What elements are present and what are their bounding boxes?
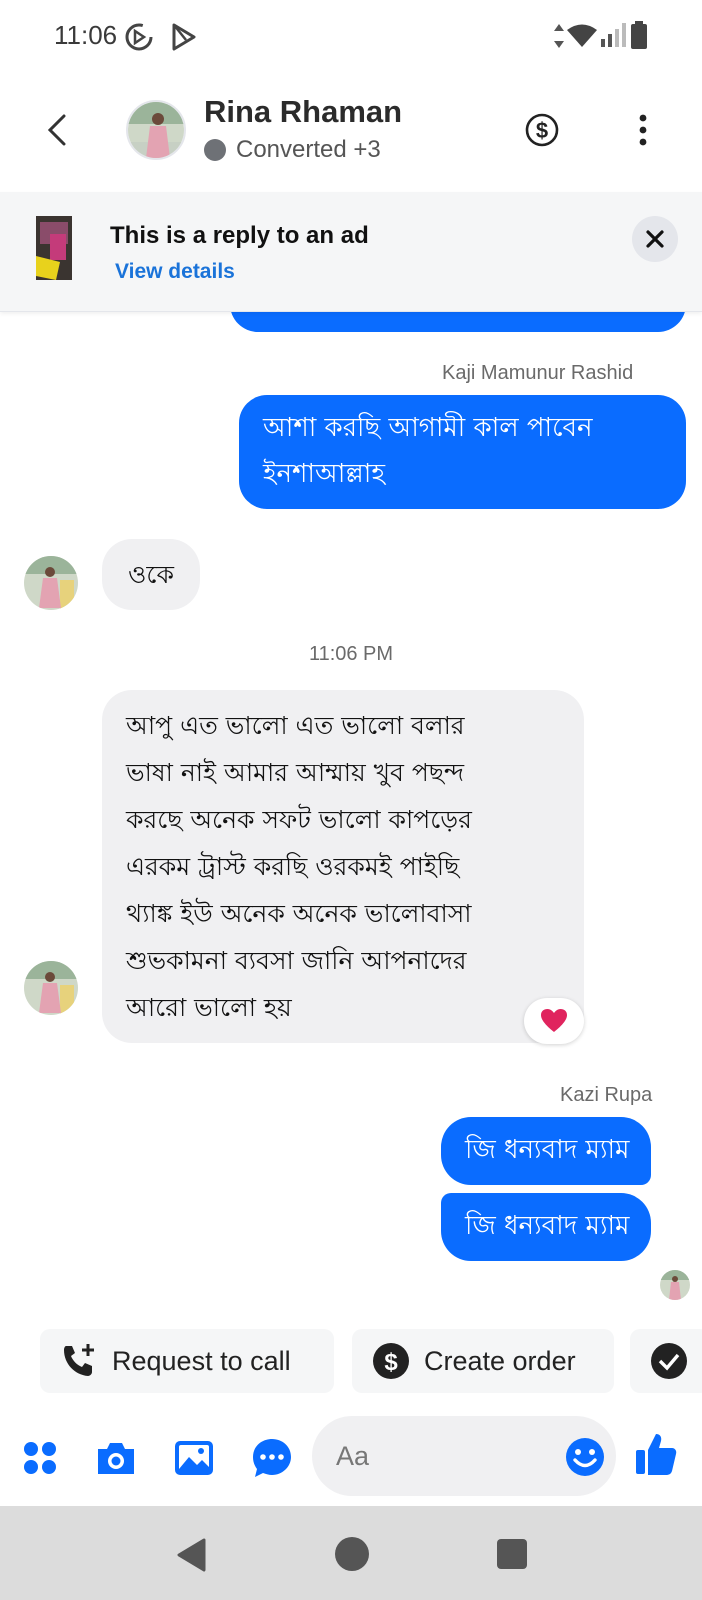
- view-details-link[interactable]: View details: [115, 260, 235, 284]
- request-to-call-button[interactable]: Request to call: [40, 1329, 334, 1393]
- back-icon[interactable]: [38, 110, 78, 150]
- close-icon: [646, 230, 664, 248]
- contact-status-label: Converted +3: [236, 136, 381, 163]
- ad-banner-title: This is a reply to an ad: [110, 222, 369, 249]
- message-line: ভাষা নাই আমার আম্মায় খুব পছন্দ: [126, 758, 465, 787]
- sender-name: Kaji Mamunur Rashid: [442, 362, 634, 384]
- data-arrows-icon: [554, 24, 564, 48]
- incoming-message-long[interactable]: আপু এত ভালো এত ভালো বলার ভাষা নাই আমার আ…: [102, 690, 584, 1043]
- heart-icon: [541, 1009, 567, 1032]
- outgoing-message[interactable]: জি ধন্যবাদ ম্যাম: [441, 1193, 652, 1261]
- dollar-circle-icon: $: [373, 1343, 409, 1379]
- sender-name: Kazi Rupa: [560, 1084, 653, 1106]
- seen-avatar: [660, 1270, 690, 1300]
- message-line: আশা করছি আগামী কাল পাবেন: [263, 413, 593, 443]
- outgoing-message[interactable]: জি ধন্যবাদ ম্যাম: [441, 1117, 652, 1185]
- message-line: আরো ভালো হয়: [126, 993, 292, 1022]
- message-line: শুভকামনা ব্যবসা জানি আপনাদের: [126, 946, 467, 975]
- camera-icon[interactable]: [94, 1436, 138, 1480]
- incoming-message[interactable]: ওকে: [102, 539, 200, 610]
- message-line: আপু এত ভালো এত ভালো বলার: [126, 711, 465, 740]
- create-order-button[interactable]: $ Create order: [352, 1329, 614, 1393]
- like-icon[interactable]: [634, 1430, 678, 1478]
- status-bar: 11:06: [0, 0, 702, 72]
- conversation-header: Rina Rhaman Converted +3 $: [0, 72, 702, 190]
- message-reaction[interactable]: [524, 998, 584, 1044]
- apps-icon[interactable]: [18, 1436, 62, 1480]
- wifi-icon: [567, 24, 597, 47]
- nav-recents-icon[interactable]: [496, 1538, 528, 1570]
- contact-avatar-small[interactable]: [24, 961, 78, 1015]
- outgoing-message[interactable]: আশা করছি আগামী কাল পাবেন ইনশাআল্লাহ: [239, 395, 686, 509]
- signal-icon: [601, 23, 626, 47]
- contact-name[interactable]: Rina Rhaman: [204, 94, 402, 130]
- message-line: থ্যাঙ্ক ইউ অনেক অনেক ভালোবাসা: [126, 899, 472, 928]
- status-dot: [204, 139, 226, 161]
- system-navigation-bar: [0, 1506, 702, 1600]
- status-time: 11:06: [54, 20, 118, 50]
- contact-status[interactable]: Converted +3: [204, 136, 381, 164]
- chat-icon[interactable]: [250, 1436, 294, 1480]
- dollar-icon[interactable]: $: [524, 112, 560, 148]
- emoji-icon[interactable]: [564, 1436, 606, 1478]
- svg-text:$: $: [536, 118, 548, 143]
- message-input-container[interactable]: [312, 1416, 616, 1496]
- battery-icon: [631, 21, 647, 49]
- image-icon[interactable]: [172, 1436, 216, 1480]
- mark-done-button[interactable]: [630, 1329, 702, 1393]
- message-composer: [0, 1410, 702, 1506]
- message-line: ইনশাআল্লাহ: [263, 459, 385, 489]
- contact-avatar[interactable]: [126, 100, 186, 160]
- nav-home-icon[interactable]: [334, 1536, 370, 1572]
- close-ad-button[interactable]: [632, 216, 678, 262]
- message-line: এরকম ট্রাস্ট করছি ওরকমই পাইছি: [126, 852, 460, 881]
- play-store-icon: [172, 23, 196, 51]
- message-input[interactable]: [336, 1436, 546, 1476]
- ad-reply-banner: This is a reply to an ad View details: [0, 192, 702, 312]
- svg-text:$: $: [384, 1349, 398, 1376]
- more-icon[interactable]: [628, 112, 658, 148]
- request-to-call-label: Request to call: [112, 1345, 291, 1376]
- phone-plus-icon: [64, 1344, 94, 1376]
- media-icon: [125, 23, 153, 51]
- message-timestamp: 11:06 PM: [308, 643, 394, 665]
- create-order-label: Create order: [424, 1345, 576, 1376]
- check-circle-icon: [651, 1343, 687, 1379]
- ad-thumbnail[interactable]: [36, 216, 72, 280]
- contact-avatar-small[interactable]: [24, 556, 78, 610]
- nav-back-icon[interactable]: [176, 1538, 206, 1572]
- message-line: করছে অনেক সফট ভালো কাপড়ের: [126, 805, 472, 834]
